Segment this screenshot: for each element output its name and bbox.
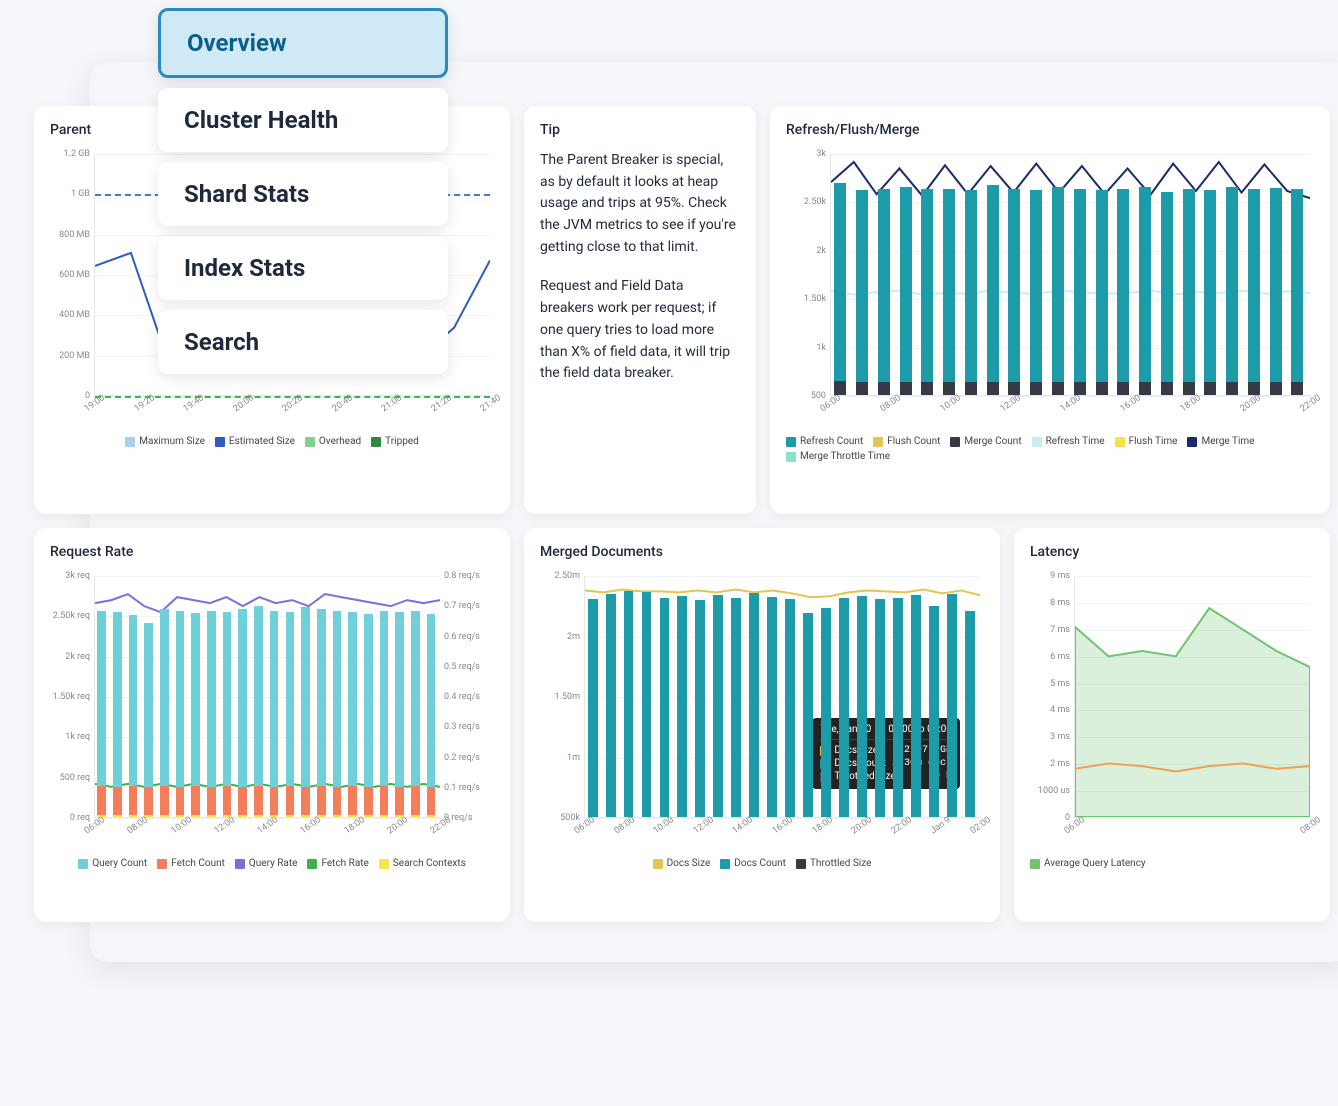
nav-search[interactable]: Search bbox=[158, 310, 448, 374]
panel-tip: Tip The Parent Breaker is special, as by… bbox=[524, 106, 756, 514]
panel-title-md: Merged Documents bbox=[540, 544, 984, 560]
chart-request-rate: 0 req500 req1k req1.50k req2k req2.50k r… bbox=[50, 572, 494, 852]
panel-title-rfm: Refresh/Flush/Merge bbox=[786, 122, 1314, 138]
nav-cluster-health[interactable]: Cluster Health bbox=[158, 88, 448, 152]
panel-merged-docs: Merged Documents Tue, Jan 10 02:00 to 03… bbox=[524, 528, 1000, 922]
legend-request-rate: Query CountFetch CountQuery RateFetch Ra… bbox=[50, 852, 494, 869]
tip-p1: The Parent Breaker is special, as by def… bbox=[540, 150, 740, 258]
panel-rfm: Refresh/Flush/Merge 5001k1.50k2k2.50k3k0… bbox=[770, 106, 1330, 514]
tip-body: The Parent Breaker is special, as by def… bbox=[540, 150, 740, 385]
chart-latency: 01000 us2 ms3 ms4 ms5 ms6 ms7 ms8 ms9 ms… bbox=[1030, 572, 1314, 852]
panel-title-tip: Tip bbox=[540, 122, 740, 138]
section-dropdown: Overview Cluster Health Shard Stats Inde… bbox=[158, 8, 448, 384]
nav-overview[interactable]: Overview bbox=[158, 8, 448, 78]
chart-merged-docs: Tue, Jan 10 02:00 to 03:00 Docs Size2.97… bbox=[540, 572, 984, 852]
nav-index-stats[interactable]: Index Stats bbox=[158, 236, 448, 300]
legend-rfm: Refresh CountFlush CountMerge CountRefre… bbox=[786, 430, 1314, 462]
legend-latency: Average Query Latency bbox=[1030, 852, 1314, 869]
chart-rfm: 5001k1.50k2k2.50k3k06:0008:0010:0012:001… bbox=[786, 150, 1314, 430]
panel-title-rr: Request Rate bbox=[50, 544, 494, 560]
legend-merged-docs: Docs SizeDocs CountThrottled Size bbox=[540, 852, 984, 869]
panel-request-rate: Request Rate 0 req500 req1k req1.50k req… bbox=[34, 528, 510, 922]
legend-parent: Maximum SizeEstimated SizeOverheadTrippe… bbox=[50, 430, 494, 447]
tip-p2: Request and Field Data breakers work per… bbox=[540, 276, 740, 384]
panel-title-lat: Latency bbox=[1030, 544, 1314, 560]
nav-shard-stats[interactable]: Shard Stats bbox=[158, 162, 448, 226]
panel-latency: Latency 01000 us2 ms3 ms4 ms5 ms6 ms7 ms… bbox=[1014, 528, 1330, 922]
